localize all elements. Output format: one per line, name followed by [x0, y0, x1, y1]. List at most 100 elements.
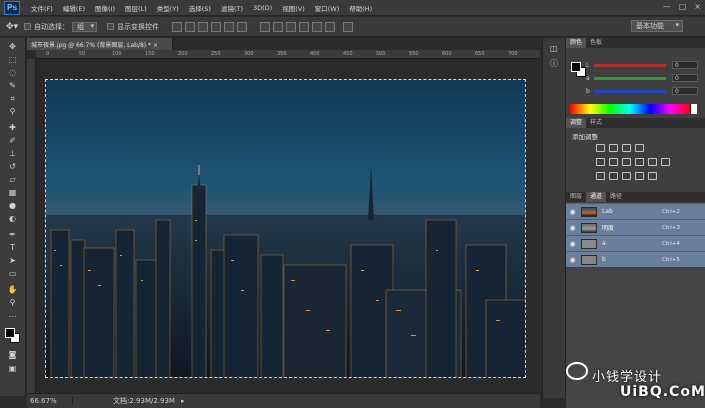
move-tool-icon[interactable]: ✥▾	[6, 22, 18, 32]
image-canvas[interactable]	[45, 79, 526, 378]
gradient-tool-icon[interactable]: ▦	[6, 188, 19, 198]
auto-align-icon[interactable]	[343, 21, 354, 32]
menu-image[interactable]: 图像(I)	[90, 3, 120, 13]
type-tool-icon[interactable]: T	[6, 243, 19, 253]
black-white-icon[interactable]	[635, 158, 644, 166]
distribute-hcenter-icon[interactable]	[312, 21, 323, 32]
menu-window[interactable]: 窗口(W)	[310, 3, 345, 13]
slider-b-value[interactable]: 0	[672, 87, 698, 95]
lasso-tool-icon[interactable]: ◌	[6, 68, 19, 78]
tab-color[interactable]: 颜色	[566, 38, 587, 48]
shape-tool-icon[interactable]: ▭	[6, 269, 19, 279]
menu-layer[interactable]: 图层(L)	[120, 3, 152, 13]
threshold-icon[interactable]	[622, 172, 631, 180]
quick-mask-icon[interactable]: ◙	[6, 350, 19, 360]
hand-tool-icon[interactable]: ✋	[6, 285, 19, 295]
quick-select-tool-icon[interactable]: ✎	[6, 81, 19, 91]
crop-tool-icon[interactable]: ⌗	[6, 94, 19, 104]
curves-icon[interactable]	[622, 144, 631, 152]
levels-icon[interactable]	[609, 144, 618, 152]
color-balance-icon[interactable]	[622, 158, 631, 166]
edit-toolbar-icon[interactable]: ⋯	[6, 312, 19, 322]
slider-a-value[interactable]: 0	[672, 74, 698, 82]
brightness-contrast-icon[interactable]	[596, 144, 605, 152]
path-select-tool-icon[interactable]: ➤	[6, 256, 19, 266]
zoom-level[interactable]: 66.67%	[27, 397, 73, 405]
slider-l[interactable]: L 0	[586, 60, 701, 70]
menu-view[interactable]: 视图(V)	[277, 3, 310, 13]
channel-row-lightness[interactable]: ◉ 明度 Ctrl+3	[566, 219, 705, 235]
distribute-right-icon[interactable]	[325, 21, 336, 32]
healing-brush-tool-icon[interactable]: ✚	[6, 123, 19, 133]
menu-select[interactable]: 选择(S)	[184, 3, 216, 13]
menu-help[interactable]: 帮助(H)	[344, 3, 377, 13]
document-tab[interactable]: 城市夜景.jpg @ 66.7% (背景图层, Lab/8) * ×	[27, 38, 173, 50]
align-vcenter-icon[interactable]	[185, 21, 196, 32]
properties-panel-icon[interactable]: ⓘ	[550, 58, 558, 69]
brush-tool-icon[interactable]: ✐	[6, 136, 19, 146]
maximize-button[interactable]: □	[679, 2, 687, 11]
auto-select-checkbox[interactable]	[24, 23, 32, 30]
channel-mixer-icon[interactable]	[661, 158, 670, 166]
exposure-icon[interactable]	[635, 144, 644, 152]
slider-a[interactable]: a 0	[586, 73, 701, 83]
channel-row-b[interactable]: ◉ b Ctrl+5	[566, 251, 705, 267]
eyedropper-tool-icon[interactable]: ⚲	[6, 107, 19, 117]
channel-row-a[interactable]: ◉ a Ctrl+4	[566, 235, 705, 251]
screen-mode-icon[interactable]: ▣	[6, 364, 19, 374]
tab-channels[interactable]: 通道	[586, 192, 607, 202]
slider-b[interactable]: b 0	[586, 86, 701, 96]
foreground-color-swatch[interactable]	[5, 328, 15, 338]
align-left-icon[interactable]	[211, 21, 222, 32]
zoom-tool-icon[interactable]: ⚲	[6, 298, 19, 308]
auto-select-dropdown[interactable]: 组	[72, 21, 98, 32]
distribute-left-icon[interactable]	[299, 21, 310, 32]
align-top-icon[interactable]	[172, 21, 183, 32]
align-hcenter-icon[interactable]	[224, 21, 235, 32]
tab-paths[interactable]: 路径	[606, 192, 626, 202]
blur-tool-icon[interactable]: ●	[6, 201, 19, 211]
menu-filter[interactable]: 滤镜(T)	[216, 3, 248, 13]
eye-icon[interactable]: ◉	[566, 256, 579, 264]
selective-color-icon[interactable]	[635, 172, 644, 180]
menu-edit[interactable]: 编辑(E)	[58, 3, 90, 13]
gradient-map-icon[interactable]	[648, 172, 657, 180]
panel-foreground-swatch[interactable]	[571, 62, 581, 72]
slider-a-track[interactable]	[594, 76, 666, 80]
pen-tool-icon[interactable]: ✒	[6, 230, 19, 240]
show-transform-checkbox[interactable]	[107, 23, 115, 30]
tab-layers[interactable]: 图层	[566, 192, 586, 202]
menu-type[interactable]: 类型(Y)	[152, 3, 184, 13]
vibrance-icon[interactable]	[596, 158, 605, 166]
channel-row-lab[interactable]: ◉ Lab Ctrl+2	[566, 203, 705, 219]
slider-l-track[interactable]	[594, 63, 666, 67]
eraser-tool-icon[interactable]: ▱	[6, 175, 19, 185]
color-spectrum-bar[interactable]	[570, 104, 697, 114]
photo-filter-icon[interactable]	[648, 158, 657, 166]
tab-styles[interactable]: 样式	[586, 118, 606, 128]
clone-stamp-tool-icon[interactable]: ⊥	[6, 149, 19, 159]
history-brush-tool-icon[interactable]: ↺	[6, 162, 19, 172]
posterize-icon[interactable]	[609, 172, 618, 180]
tab-adjustments[interactable]: 调整	[566, 118, 587, 128]
marquee-tool-icon[interactable]: ⬚	[6, 55, 19, 65]
menu-file[interactable]: 文件(F)	[26, 3, 58, 13]
align-right-icon[interactable]	[237, 21, 248, 32]
eye-icon[interactable]: ◉	[566, 224, 579, 232]
close-button[interactable]: ×	[694, 2, 701, 11]
minimize-button[interactable]: —	[663, 2, 671, 11]
history-panel-icon[interactable]: ◫	[550, 44, 558, 53]
align-bottom-icon[interactable]	[198, 21, 209, 32]
dodge-tool-icon[interactable]: ◐	[6, 214, 19, 224]
distribute-bottom-icon[interactable]	[286, 21, 297, 32]
tab-swatches[interactable]: 色板	[586, 38, 606, 48]
eye-icon[interactable]: ◉	[566, 208, 579, 216]
distribute-top-icon[interactable]	[260, 21, 271, 32]
menu-3d[interactable]: 3D(D)	[248, 4, 277, 12]
slider-l-value[interactable]: 0	[672, 61, 698, 69]
invert-icon[interactable]	[596, 172, 605, 180]
status-menu-icon[interactable]: ▸	[181, 397, 185, 405]
slider-b-track[interactable]	[594, 89, 666, 93]
eye-icon[interactable]: ◉	[566, 240, 579, 248]
workspace-switcher[interactable]: 基本功能	[631, 20, 683, 32]
